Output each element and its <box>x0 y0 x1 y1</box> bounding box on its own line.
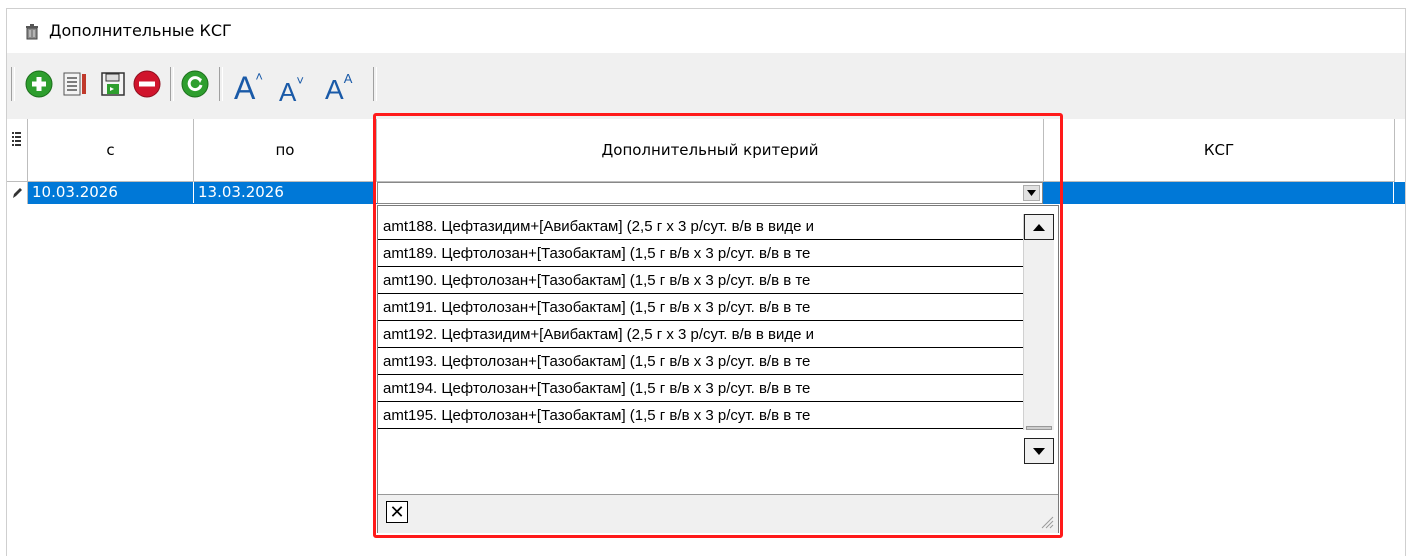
toolbar-separator <box>373 67 377 101</box>
window-title: Дополнительные КСГ <box>49 21 232 40</box>
column-header-to[interactable]: по <box>194 119 377 182</box>
font-increase-icon: A˄ <box>234 69 263 106</box>
dropdown-footer: ✕ <box>378 494 1058 533</box>
column-chooser-button[interactable] <box>7 119 28 182</box>
scroll-down-button[interactable] <box>1024 438 1054 464</box>
font-decrease-button[interactable]: A˅ <box>279 67 304 112</box>
chevron-up-icon <box>1033 223 1045 231</box>
pencil-icon <box>13 188 22 198</box>
scroll-up-button[interactable] <box>1024 214 1054 240</box>
save-button[interactable] <box>97 68 129 100</box>
edit-button[interactable] <box>59 68 91 100</box>
toolbar-separator <box>170 67 174 101</box>
scroll-thumb[interactable] <box>1026 426 1052 430</box>
column-header-ksg[interactable]: КСГ <box>1044 119 1395 182</box>
criterion-dropdown: amt188. Цефтазидим+[Авибактам] (2,5 г х … <box>377 205 1059 533</box>
dropdown-scrollbar[interactable] <box>1023 214 1054 464</box>
add-button[interactable] <box>23 68 55 100</box>
save-icon <box>101 72 125 96</box>
list-item[interactable]: amt191. Цефтолозан+[Тазобактам] (1,5 г в… <box>378 295 1023 321</box>
delete-button[interactable] <box>131 68 163 100</box>
column-header-criterion[interactable]: Дополнительный критерий <box>377 119 1044 182</box>
column-header-from[interactable]: с <box>28 119 194 182</box>
clear-button[interactable]: ✕ <box>386 501 408 523</box>
font-size-button[interactable]: AA <box>325 65 352 110</box>
list-item[interactable]: amt189. Цефтолозан+[Тазобактам] (1,5 г в… <box>378 241 1023 267</box>
toolbar-grip <box>11 67 15 101</box>
list-icon <box>12 132 21 146</box>
font-increase-button[interactable]: A˄ <box>234 63 263 108</box>
minus-circle-icon <box>133 70 161 98</box>
refresh-icon <box>181 70 209 98</box>
trash-can-icon <box>26 24 38 40</box>
list-item[interactable]: amt193. Цефтолозан+[Тазобактам] (1,5 г в… <box>378 349 1023 375</box>
toolbar-separator <box>219 67 223 101</box>
cell-from[interactable]: 10.03.2026 <box>28 182 194 203</box>
chevron-down-icon <box>1027 190 1036 196</box>
plus-circle-icon <box>25 70 53 98</box>
chevron-down-icon <box>1033 447 1045 455</box>
list-item[interactable]: amt195. Цефтолозан+[Тазобактам] (1,5 г в… <box>378 403 1023 429</box>
criterion-combobox[interactable] <box>377 182 1043 204</box>
font-decrease-icon: A˅ <box>279 73 304 107</box>
toolbar: A˄ A˅ AA <box>7 57 1405 119</box>
ksg-window: Дополнительные КСГ A˄ A˅ AA с по Дополни… <box>6 8 1406 556</box>
list-item[interactable]: amt192. Цефтазидим+[Авибактам] (2,5 г х … <box>378 322 1023 348</box>
list-item[interactable]: amt190. Цефтолозан+[Тазобактам] (1,5 г в… <box>378 268 1023 294</box>
list-item[interactable]: amt188. Цефтазидим+[Авибактам] (2,5 г х … <box>378 214 1023 240</box>
title-bar: Дополнительные КСГ <box>7 9 1405 53</box>
cell-to[interactable]: 13.03.2026 <box>194 182 377 203</box>
refresh-button[interactable] <box>179 68 211 100</box>
list-item[interactable]: amt194. Цефтолозан+[Тазобактам] (1,5 г в… <box>378 376 1023 402</box>
font-size-icon: AA <box>325 71 353 106</box>
table-row[interactable]: 10.03.2026 13.03.2026 <box>7 182 1405 204</box>
resize-grip-icon[interactable] <box>1040 515 1054 529</box>
row-indicator <box>7 182 28 204</box>
edit-list-icon <box>63 72 86 96</box>
cell-ksg[interactable] <box>1044 182 1394 203</box>
dropdown-toggle-button[interactable] <box>1023 185 1040 201</box>
